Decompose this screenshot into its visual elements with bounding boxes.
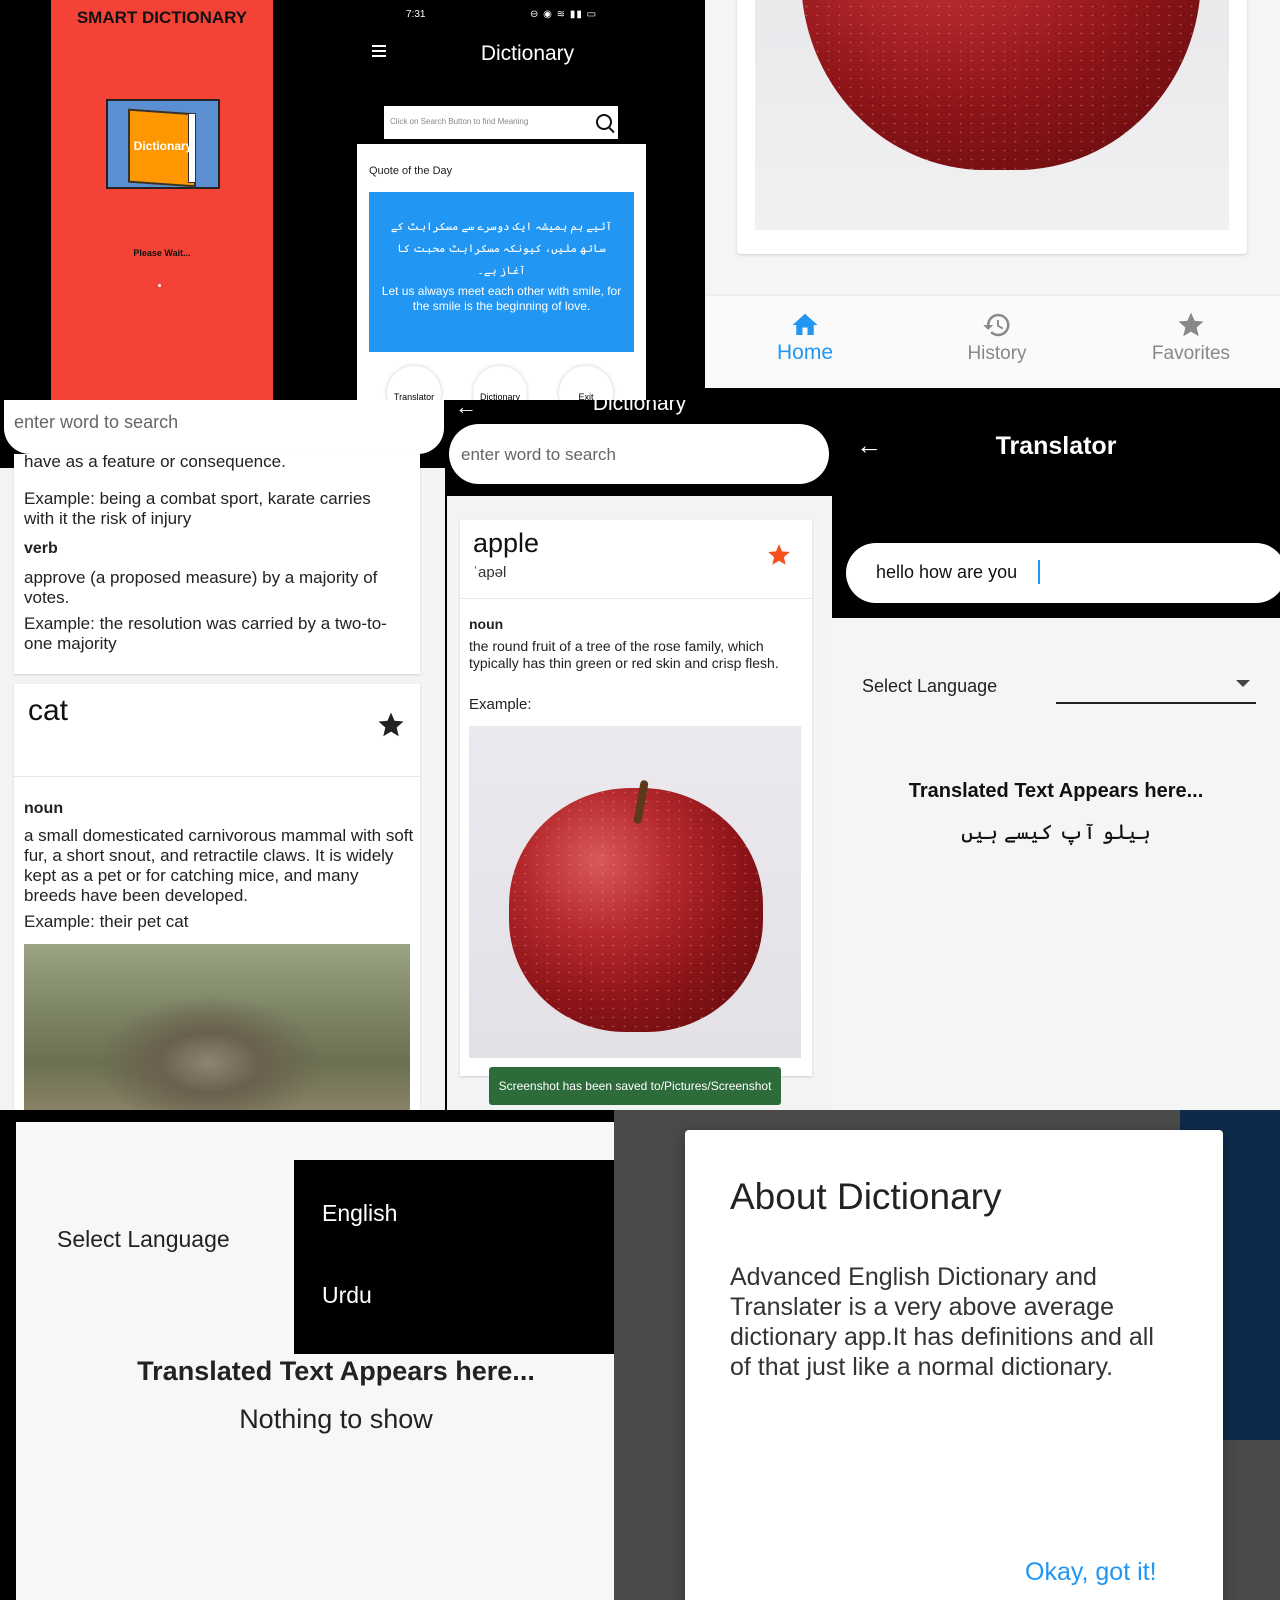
dialog-title: About Dictionary: [730, 1176, 1002, 1217]
bottom-nav: Home History Favorites: [705, 296, 1280, 388]
word-title: apple: [473, 528, 540, 558]
quote-header: Quote of the Day: [369, 165, 453, 177]
select-language-label: Select Language: [862, 676, 998, 696]
search-field[interactable]: enter word to search: [4, 400, 444, 454]
nav-favorites[interactable]: Favorites: [1131, 310, 1251, 365]
apple-image-card: [737, 0, 1247, 254]
definition: the round fruit of a tree of the rose fa…: [469, 638, 779, 671]
search-icon[interactable]: [596, 114, 612, 130]
home-screen: 7:31 ⊖ ◉ ≋ ▮▮ ▭ Dictionary Click on Sear…: [350, 0, 705, 400]
word-title: cat: [28, 694, 69, 727]
dictionary-button-label: Dictionary: [479, 392, 520, 400]
app-title: Dictionary: [480, 42, 575, 65]
search-input[interactable]: Click on Search Button to find Meaning: [390, 117, 528, 126]
quote-urdu: آئیے ہم ہمیشہ ایک دوسرے سے مسکراہٹ کے سا…: [390, 221, 613, 277]
search-field[interactable]: enter word to search: [449, 424, 829, 484]
please-wait-text: Please Wait...: [133, 248, 191, 258]
language-dropdown[interactable]: [1056, 668, 1256, 704]
book-label: Dictionary: [133, 139, 193, 153]
option-english[interactable]: English: [322, 1200, 397, 1227]
splash-title: SMART DICTIONARY: [76, 8, 248, 27]
result-header: Translated Text Appears here...: [908, 780, 1204, 802]
apple-image: [755, 0, 1229, 230]
option-urdu[interactable]: Urdu: [322, 1282, 372, 1309]
screen-title: Translator: [995, 432, 1117, 460]
divider: [14, 776, 420, 777]
translator-button-label: Translator: [393, 392, 435, 400]
cat-word-screen: enter word to search have as a feature o…: [0, 400, 445, 1110]
dialog-body: Advanced English Dictionary and Translat…: [730, 1263, 1154, 1381]
result-text: Nothing to show: [239, 1404, 433, 1434]
language-menu-screen: Select Language Translated Text Appears …: [0, 1110, 614, 1600]
nav-home-label: Home: [776, 341, 834, 364]
status-icons: ⊖ ◉ ≋ ▮▮ ▭: [530, 9, 598, 20]
example-text: Example: being a combat sport, karate ca…: [24, 489, 371, 528]
noun-definition: a small domesticated carnivorous mammal …: [24, 826, 414, 905]
divider: [460, 598, 812, 599]
language-options-menu: English Urdu: [294, 1160, 614, 1354]
pos-noun: noun: [469, 616, 504, 632]
pos-noun: noun: [24, 800, 64, 817]
about-screen: About Dictionary Advanced English Dictio…: [614, 1110, 1280, 1600]
search-input[interactable]: enter word to search: [461, 445, 616, 465]
chevron-down-icon: [1236, 680, 1250, 687]
favorite-star-icon[interactable]: [766, 542, 792, 568]
translator-screen: ← Translator hello how are you Select La…: [832, 388, 1280, 1110]
example-label: Example:: [469, 696, 532, 713]
star-icon: [1178, 312, 1204, 337]
translate-input-field[interactable]: hello how are you: [846, 543, 1280, 603]
result-header: Translated Text Appears here...: [137, 1356, 535, 1386]
apple-image: [469, 726, 801, 1058]
home-icon: [792, 313, 818, 335]
book-icon: Dictionary: [106, 99, 220, 189]
quote-english: Let us always meet each other with smile…: [381, 284, 622, 313]
nav-history-label: History: [967, 343, 1027, 364]
cat-word-card: cat noun a small domesticated carnivorou…: [14, 684, 420, 1110]
search-bar[interactable]: Click on Search Button to find Meaning: [384, 106, 618, 139]
ok-button[interactable]: Okay, got it!: [1025, 1558, 1157, 1587]
nav-history[interactable]: History: [937, 310, 1057, 365]
exit-button[interactable]: Exit: [559, 366, 613, 400]
splash-screen: SMART DICTIONARY Dictionary Please Wait.…: [0, 0, 350, 400]
search-input[interactable]: enter word to search: [14, 412, 178, 433]
quote-box: آئیے ہم ہمیشہ ایک دوسرے سے مسکراہٹ کے سا…: [369, 192, 634, 352]
translator-button[interactable]: Translator: [387, 366, 441, 400]
home-bottom-nav-screen: Home History Favorites: [705, 0, 1280, 388]
home-content-card: Quote of the Day آئیے ہم ہمیشہ ایک دوسرے…: [357, 144, 646, 400]
phonetic: ˈapəl: [473, 564, 507, 581]
translate-input[interactable]: hello how are you: [876, 562, 1017, 583]
verb-definition: approve (a proposed measure) by a majori…: [24, 568, 378, 607]
text-cursor: [1038, 560, 1040, 584]
verb-example: Example: the resolution was carried by a…: [24, 614, 387, 653]
toast-message: Screenshot has been saved to/Pictures/Sc…: [489, 1067, 781, 1105]
noun-example: Example: their pet cat: [24, 912, 189, 931]
select-language-label: Select Language: [57, 1226, 230, 1252]
partial-line: have as a feature or consequence.: [24, 452, 286, 471]
screen-title: Dictionary: [592, 400, 687, 415]
result-text: ہیلو آپ کیسے ہیں: [961, 821, 1151, 844]
status-time: 7:31: [406, 9, 426, 20]
pos-verb: verb: [24, 540, 58, 557]
favorite-star-icon[interactable]: [376, 710, 406, 740]
history-icon: [983, 313, 1010, 337]
about-dialog: About Dictionary Advanced English Dictio…: [685, 1130, 1223, 1600]
apple-word-screen: ← Dictionary enter word to search apple …: [447, 400, 832, 1110]
exit-button-label: Exit: [578, 392, 594, 400]
nav-favorites-label: Favorites: [1151, 343, 1231, 364]
nav-home[interactable]: Home: [745, 310, 865, 365]
previous-definition-card: have as a feature or consequence. Exampl…: [14, 452, 420, 674]
loading-dot: [158, 284, 161, 287]
apple-word-card: apple ˈapəl noun the round fruit of a tr…: [460, 520, 812, 1076]
cat-image: [24, 944, 410, 1110]
dictionary-button[interactable]: Dictionary: [473, 366, 527, 400]
